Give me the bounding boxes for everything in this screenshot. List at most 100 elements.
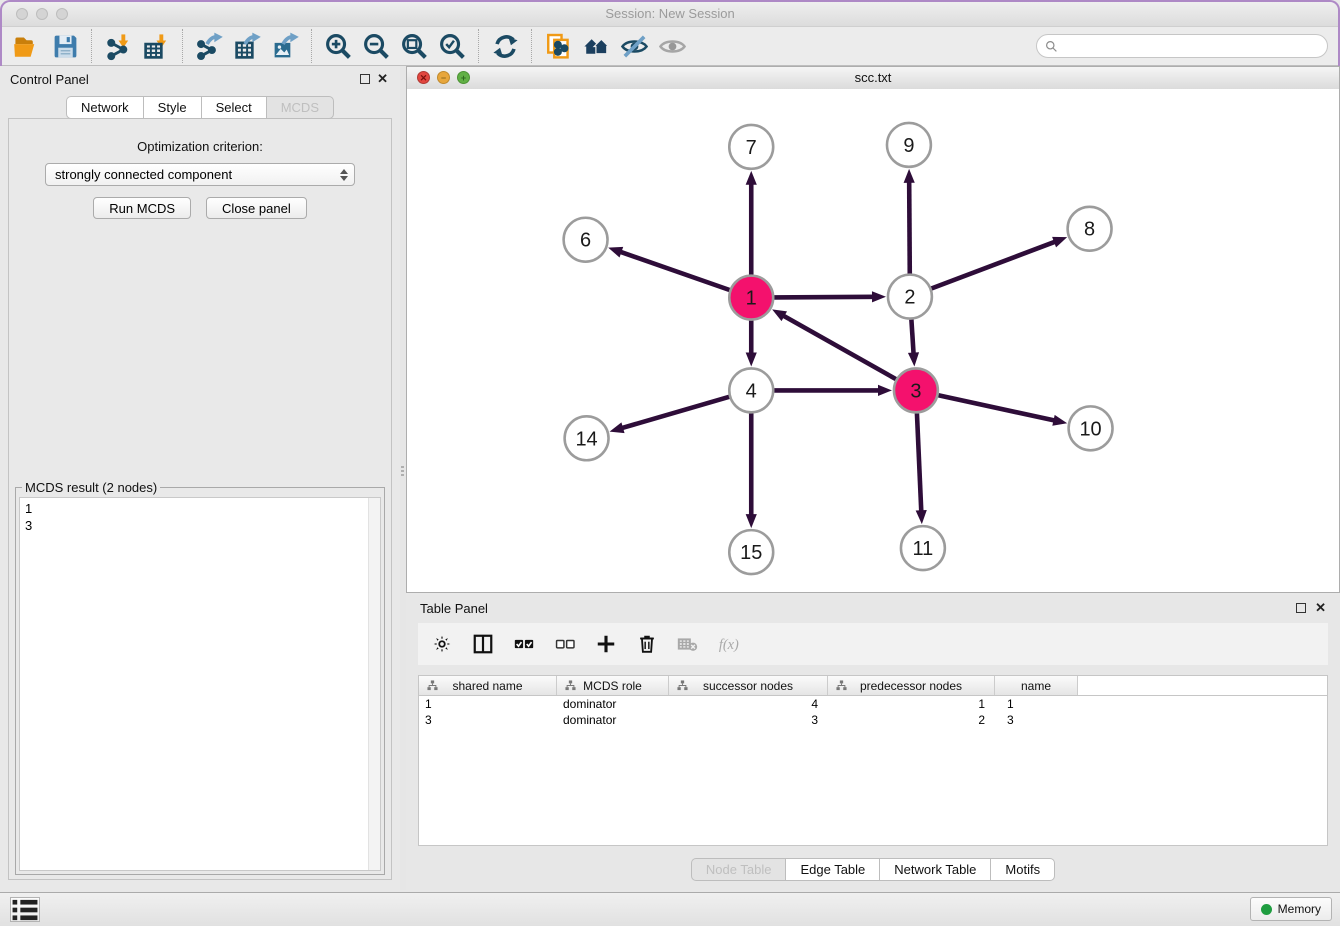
split-table-icon[interactable] (471, 632, 495, 656)
tab-select[interactable]: Select (201, 96, 266, 119)
float-table-panel-icon[interactable] (1296, 603, 1306, 613)
column-header-predecessor-nodes[interactable]: predecessor nodes (828, 676, 995, 695)
column-header-successor-nodes[interactable]: successor nodes (669, 676, 828, 695)
hide-selection-icon[interactable] (615, 28, 653, 64)
edge-4-14[interactable] (610, 397, 730, 433)
column-header-shared-name[interactable]: shared name (419, 676, 557, 695)
table-tab-edge-table[interactable]: Edge Table (785, 858, 879, 881)
node-7[interactable]: 7 (729, 125, 773, 169)
cell-name[interactable]: 1 (995, 696, 1078, 712)
add-column-icon[interactable] (594, 632, 618, 656)
float-panel-icon[interactable] (360, 74, 370, 84)
cell-successor-nodes[interactable]: 4 (669, 696, 828, 712)
open-file-icon[interactable] (8, 28, 46, 64)
export-network-icon[interactable] (190, 28, 228, 64)
table-tab-network-table[interactable]: Network Table (879, 858, 990, 881)
cell-predecessor-nodes[interactable]: 2 (828, 712, 995, 728)
tab-mcds[interactable]: MCDS (266, 96, 334, 119)
table-tab-node-table[interactable]: Node Table (691, 858, 786, 881)
zoom-out-icon[interactable] (357, 28, 395, 64)
node-2[interactable]: 2 (888, 275, 932, 319)
mcds-result-text: 1 3 (20, 498, 368, 870)
tab-network[interactable]: Network (66, 96, 143, 119)
criterion-select[interactable]: strongly connected component (45, 163, 355, 186)
run-mcds-button[interactable]: Run MCDS (93, 197, 191, 219)
node-3[interactable]: 3 (894, 368, 938, 412)
cell-predecessor-nodes[interactable]: 1 (828, 696, 995, 712)
export-table-icon[interactable] (228, 28, 266, 64)
cell-mcds-role[interactable]: dominator (557, 712, 669, 728)
node-10[interactable]: 10 (1069, 406, 1113, 450)
result-scrollbar[interactable] (368, 498, 380, 870)
node-9[interactable]: 9 (887, 123, 931, 167)
memory-button[interactable]: Memory (1250, 897, 1332, 921)
node-label: 8 (1084, 219, 1095, 241)
cell-shared-name[interactable]: 3 (419, 712, 557, 728)
network-window: ✕ − + scc.txt 7968124314101511 (406, 66, 1340, 593)
table-row-2[interactable]: 3dominator323 (419, 712, 1327, 728)
node-6[interactable]: 6 (564, 218, 608, 262)
delete-column-icon[interactable] (635, 632, 659, 656)
edge-2-8[interactable] (931, 237, 1067, 289)
zoom-fit-icon[interactable] (395, 28, 433, 64)
mcds-result-box: MCDS result (2 nodes) 1 3 (15, 487, 385, 875)
edge-2-9[interactable] (904, 169, 915, 274)
table-settings-icon[interactable] (430, 632, 454, 656)
save-session-icon[interactable] (46, 28, 84, 64)
zoom-selected-icon[interactable] (433, 28, 471, 64)
edge-4-3[interactable] (774, 385, 892, 396)
select-all-columns-icon[interactable] (512, 632, 536, 656)
edge-3-11[interactable] (916, 413, 927, 524)
task-history-button[interactable] (10, 897, 40, 922)
column-header-name[interactable]: name (995, 676, 1078, 695)
node-15[interactable]: 15 (729, 530, 773, 574)
cell-successor-nodes[interactable]: 3 (669, 712, 828, 728)
cell-shared-name[interactable]: 1 (419, 696, 557, 712)
close-panel-button[interactable]: Close panel (206, 197, 307, 219)
edge-3-10[interactable] (938, 395, 1067, 425)
node-8[interactable]: 8 (1068, 207, 1112, 251)
edge-3-1[interactable] (772, 309, 896, 379)
import-network-icon[interactable] (99, 28, 137, 64)
apply-layout-icon[interactable] (486, 28, 524, 64)
mcds-result-area[interactable]: 1 3 (19, 497, 381, 871)
network-from-selection-icon[interactable] (539, 28, 577, 64)
unselect-all-columns-icon[interactable] (553, 632, 577, 656)
node-label: 2 (904, 287, 915, 309)
network-title: scc.txt (407, 70, 1339, 85)
edge-1-2[interactable] (774, 291, 886, 302)
cell-name[interactable]: 3 (995, 712, 1078, 728)
edge-2-3[interactable] (908, 319, 919, 366)
table-panel-title: Table Panel (420, 601, 488, 616)
application-window: Session: New Session Control Panel ✕ Net… (0, 0, 1340, 926)
search-input[interactable] (1063, 36, 1327, 56)
first-neighbors-icon[interactable] (577, 28, 615, 64)
window-title: Session: New Session (2, 6, 1338, 21)
close-panel-icon[interactable]: ✕ (377, 72, 388, 86)
tab-style[interactable]: Style (143, 96, 201, 119)
table-tab-motifs[interactable]: Motifs (990, 858, 1055, 881)
node-label: 10 (1079, 418, 1101, 440)
node-1[interactable]: 1 (729, 276, 773, 320)
export-image-icon[interactable] (266, 28, 304, 64)
criterion-value: strongly connected component (55, 167, 340, 182)
column-header-mcds-role[interactable]: MCDS role (557, 676, 669, 695)
toolbar-separator (91, 29, 92, 63)
divider-handle-icon[interactable] (401, 466, 404, 482)
network-canvas[interactable]: 7 9 6 8 1 2 4 3 14 10 15 11 (407, 89, 1339, 592)
node-11[interactable]: 11 (901, 526, 945, 570)
node-4[interactable]: 4 (729, 368, 773, 412)
memory-status-icon (1261, 904, 1272, 915)
search-box[interactable] (1036, 34, 1328, 58)
import-table-icon[interactable] (137, 28, 175, 64)
network-graph[interactable]: 7 9 6 8 1 2 4 3 14 10 15 11 (407, 89, 1339, 592)
node-14[interactable]: 14 (565, 416, 609, 460)
edge-1-4[interactable] (746, 321, 757, 367)
close-table-panel-icon[interactable]: ✕ (1315, 601, 1326, 615)
edge-4-15[interactable] (746, 413, 757, 528)
cell-mcds-role[interactable]: dominator (557, 696, 669, 712)
zoom-in-icon[interactable] (319, 28, 357, 64)
table-row-1[interactable]: 1dominator411 (419, 696, 1327, 712)
edge-1-7[interactable] (746, 171, 757, 275)
edge-1-6[interactable] (608, 247, 729, 290)
